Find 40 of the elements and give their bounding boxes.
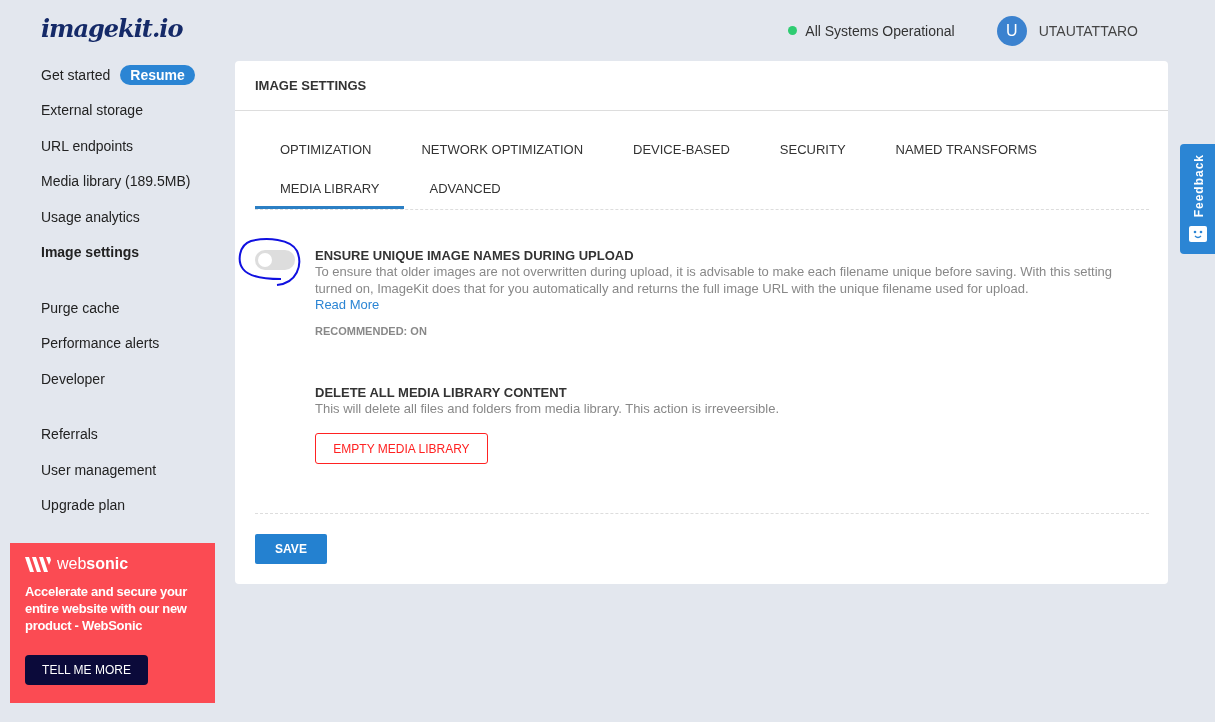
sidebar-item[interactable]: External storage bbox=[41, 92, 235, 128]
sidebar-item[interactable]: URL endpoints bbox=[41, 128, 235, 164]
tab[interactable]: OPTIMIZATION bbox=[255, 131, 397, 170]
sidebar-item[interactable]: Get started bbox=[41, 66, 111, 83]
sidebar-item[interactable]: Referrals bbox=[41, 416, 235, 452]
read-more-link[interactable]: Read More bbox=[315, 297, 380, 312]
setting-description: This will delete all files and folders from media library. This action is irreveersible. bbox=[315, 400, 780, 417]
sidebar-item[interactable]: Performance alerts bbox=[41, 325, 235, 361]
sidebar-item[interactable]: Upgrade plan bbox=[41, 487, 235, 523]
brand-name: websonic bbox=[57, 555, 129, 573]
empty-library-button[interactable]: EMPTY MEDIA LIBRARY bbox=[315, 433, 488, 464]
toggle-switch[interactable] bbox=[255, 250, 295, 270]
sidebar-item[interactable]: Purge cache bbox=[41, 290, 235, 326]
logo: imagekit.io bbox=[41, 14, 184, 43]
save-button[interactable]: SAVE bbox=[255, 534, 327, 564]
tell-me-more-button[interactable]: TELL ME MORE bbox=[25, 655, 148, 685]
sidebar-item[interactable]: User management bbox=[41, 452, 235, 488]
tab[interactable]: MEDIA LIBRARY bbox=[255, 170, 405, 209]
tab[interactable]: DEVICE-BASED bbox=[608, 131, 755, 170]
recommendation-note: RECOMMENDED: ON bbox=[315, 325, 427, 337]
setting-title: DELETE ALL MEDIA LIBRARY CONTENT bbox=[315, 385, 567, 400]
setting-title: ENSURE UNIQUE IMAGE NAMES DURING UPLOAD bbox=[315, 248, 634, 263]
sidebar-item[interactable]: Media library (189.5MB) bbox=[41, 163, 235, 199]
tab[interactable]: NAMED TRANSFORMS bbox=[870, 131, 1062, 170]
setting-description: To ensure that older images are not overwritten during upload, it is advisable to make each filename unique before saving. With this setting turned on, ImageKit does that for you automatically and returns the full image URL with the unique filename used for upload. bbox=[315, 263, 1114, 297]
sidebar-item[interactable]: Image settings bbox=[41, 234, 235, 270]
card-title: IMAGE SETTINGS bbox=[255, 78, 367, 93]
promo-text: Accelerate and secure your entire website with our new product - WebSonic bbox=[25, 583, 188, 634]
user-name[interactable]: UTAUTATTARO bbox=[1038, 22, 1138, 39]
status-text[interactable]: All Systems Operational bbox=[805, 22, 955, 39]
smiley-icon bbox=[1188, 226, 1207, 242]
user-avatar[interactable]: U bbox=[996, 15, 1027, 46]
websonic-logo-icon bbox=[25, 556, 51, 572]
sidebar-item[interactable]: Usage analytics bbox=[41, 199, 235, 235]
feedback-tab[interactable]: Feedback bbox=[1180, 144, 1215, 254]
resume-badge[interactable]: Resume bbox=[120, 64, 195, 85]
sidebar-item[interactable]: Developer bbox=[41, 361, 235, 397]
tab[interactable]: ADVANCED bbox=[404, 170, 526, 209]
tab[interactable]: SECURITY bbox=[754, 131, 871, 170]
tab[interactable]: NETWORK OPTIMIZATION bbox=[396, 131, 608, 170]
